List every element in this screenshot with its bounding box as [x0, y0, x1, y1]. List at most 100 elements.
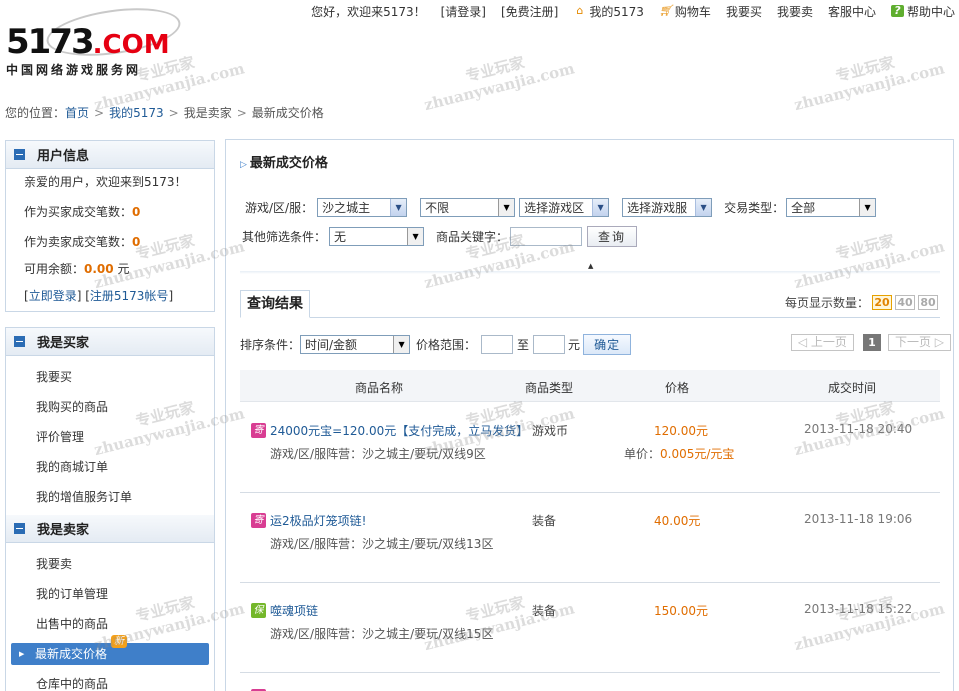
buy-link[interactable]: 我要买: [726, 3, 762, 20]
current-page[interactable]: 1: [862, 334, 881, 351]
table-row: 寄 运2极品灯笼项链! 游戏/区/服阵营：沙之城主/要玩/双线13区 装备 40…: [240, 493, 940, 583]
help-icon: ?: [890, 5, 904, 17]
limit-select[interactable]: 不限 ▼: [420, 198, 516, 217]
login-now-link[interactable]: 立即登录: [29, 289, 77, 303]
chevron-down-icon: ▼: [393, 336, 410, 353]
col-type: 商品类型: [525, 381, 574, 395]
per-page-20[interactable]: 20: [872, 295, 892, 310]
per-page-selector: 每页显示数量： 20 40 80: [785, 294, 938, 311]
col-time: 成交时间: [828, 381, 877, 395]
chevron-down-icon: ▼: [498, 199, 515, 216]
register-link[interactable]: [免费注册]: [501, 3, 558, 20]
game-select[interactable]: 沙之城主 ▼: [317, 198, 408, 217]
sell-link[interactable]: 我要卖: [777, 3, 813, 20]
chevron-down-icon: ▼: [859, 199, 876, 216]
cart-icon: 🛒︎: [658, 4, 673, 17]
item-price: 120.00元: [654, 424, 708, 438]
collapse-icon[interactable]: [14, 149, 25, 160]
consign-badge: 寄: [251, 423, 266, 438]
search-button[interactable]: 查询: [587, 226, 638, 247]
seller-item-sell[interactable]: 我要卖: [6, 549, 214, 579]
collapse-filter-icon[interactable]: ▲: [588, 262, 593, 270]
greeting-text: 您好，欢迎来5173！: [311, 4, 426, 19]
item-type: 装备: [532, 604, 557, 618]
watermark: 专业玩家 zhuanywanjia.com: [422, 53, 577, 115]
item-type: 游戏币: [532, 424, 569, 438]
item-server: 游戏/区/服阵营：沙之城主/要玩/双线15区: [270, 627, 494, 641]
account-links: [立即登录] [注册5173帐号]: [24, 289, 174, 303]
item-name-link[interactable]: 24000元宝=120.00元【支付完成，立马发货】: [270, 422, 528, 439]
my5173-link[interactable]: ⌂ 我的5173: [573, 3, 644, 20]
filter-row-2: 其他筛选条件： 无 ▼ 商品关键字： 查询: [242, 226, 638, 247]
new-badge: 新: [111, 635, 127, 648]
item-price: 40.00元: [654, 514, 701, 528]
prev-page-button[interactable]: ◁ 上一页: [790, 334, 854, 351]
buyer-item-mall-orders[interactable]: 我的商城订单: [6, 452, 214, 482]
other-filter-select[interactable]: 无 ▼: [329, 227, 425, 246]
item-time: 2013-11-18 15:22: [804, 602, 913, 616]
filter-divider: [240, 271, 940, 274]
item-name-link[interactable]: 噬魂项链: [270, 602, 318, 619]
item-type: 装备: [532, 514, 557, 528]
breadcrumb: 您的位置：首页 > 我的5173 > 我是卖家 > 最新成交价格: [5, 106, 324, 120]
site-logo[interactable]: 5173.COM 中国网络游戏服务网: [4, 0, 184, 84]
server-select[interactable]: 选择游戏服 ▼: [622, 198, 713, 217]
top-nav: 您好，欢迎来5173！ [请登录] [免费注册] ⌂ 我的5173 🛒︎ 购物车 我…: [296, 2, 959, 20]
breadcrumb-my5173[interactable]: 我的5173: [109, 106, 164, 120]
breadcrumb-seller: 我是卖家: [183, 106, 232, 120]
seller-item-latest-prices[interactable]: 最新成交价格新: [11, 635, 209, 665]
keyword-input[interactable]: [510, 227, 583, 246]
service-link[interactable]: 客服中心: [828, 3, 876, 20]
cart-link[interactable]: 🛒︎ 购物车: [659, 3, 711, 20]
buyer-item-buy[interactable]: 我要买: [6, 362, 214, 392]
buyer-menu: 我是买家 我要买 我购买的商品 评价管理 我的商城订单 我的增值服务订单: [5, 327, 215, 517]
buyer-menu-header: 我是买家: [6, 328, 214, 356]
seller-menu: 我是卖家 我要卖 我的订单管理 出售中的商品 最新成交价格新 仓库中的商品: [5, 515, 215, 691]
collapse-icon[interactable]: [14, 523, 25, 534]
sort-select[interactable]: 时间/金额 ▼: [300, 335, 411, 354]
breadcrumb-current: 最新成交价格: [251, 106, 324, 120]
per-page-40[interactable]: 40: [895, 295, 915, 310]
per-page-80[interactable]: 80: [918, 295, 938, 310]
seller-item-warehouse[interactable]: 仓库中的商品: [6, 669, 214, 691]
price-max-input[interactable]: [533, 335, 566, 354]
item-unit-price: 单价：0.005元/元宝: [624, 447, 735, 461]
seller-menu-header: 我是卖家: [6, 515, 214, 543]
register-account-link[interactable]: 注册5173帐号: [90, 289, 169, 303]
trade-type-select[interactable]: 全部 ▼: [786, 198, 877, 217]
chevron-down-icon: ▼: [390, 199, 407, 216]
tab-results[interactable]: 查询结果: [240, 290, 310, 318]
buyer-item-reviews[interactable]: 评价管理: [6, 422, 214, 452]
seller-item-orders[interactable]: 我的订单管理: [6, 579, 214, 609]
login-link[interactable]: [请登录]: [441, 3, 486, 20]
help-link[interactable]: ? 帮助中心: [890, 3, 955, 20]
item-time: 2013-11-18 20:40: [804, 422, 913, 436]
next-page-button[interactable]: 下一页 ▷: [887, 334, 951, 351]
breadcrumb-home[interactable]: 首页: [65, 106, 89, 120]
buyer-item-purchased[interactable]: 我购买的商品: [6, 392, 214, 422]
filter-row-1: 游戏/区/服： 沙之城主 ▼ 不限 ▼ 选择游戏区 ▼ 选择游戏服 ▼ 交易类型： 全部…: [245, 198, 877, 217]
chevron-down-icon: ▼: [407, 228, 424, 245]
item-server: 游戏/区/服阵营：沙之城主/要玩/双线13区: [270, 537, 494, 551]
page-title: 最新成交价格: [240, 152, 328, 171]
guarantee-badge: 保: [251, 603, 266, 618]
main-panel: 最新成交价格 游戏/区/服： 沙之城主▼ 不限▼ 选择游戏区▼ 选择游戏服▼ 交…: [225, 139, 954, 691]
buyer-item-vas-orders[interactable]: 我的增值服务订单: [6, 482, 214, 512]
item-name-link[interactable]: 运2极品灯笼项链!: [270, 512, 366, 529]
home-icon: ⌂: [576, 4, 584, 17]
price-min-input[interactable]: [481, 335, 514, 354]
consign-badge: 寄: [251, 513, 266, 528]
balance-line: 可用余额：0.00 元: [24, 262, 130, 276]
confirm-button[interactable]: 确定: [583, 334, 632, 355]
seller-item-on-sale[interactable]: 出售中的商品: [6, 609, 214, 639]
watermark: 专业玩家 zhuanywanjia.com: [792, 53, 947, 115]
table-row: 保 噬魂项链 游戏/区/服阵营：沙之城主/要玩/双线15区 装备 150.00元…: [240, 583, 940, 673]
item-time: 2013-11-18 19:06: [804, 512, 913, 526]
chevron-down-icon: ▼: [592, 199, 609, 216]
collapse-icon[interactable]: [14, 336, 25, 347]
sort-row: 排序条件： 时间/金额 ▼ 价格范围： 至 元 确定: [240, 334, 632, 355]
welcome-text: 亲爱的用户，欢迎来到5173！: [24, 175, 187, 189]
zone-select[interactable]: 选择游戏区 ▼: [519, 198, 610, 217]
buyer-count-line: 作为买家成交笔数：0: [24, 205, 141, 219]
item-price: 150.00元: [654, 604, 708, 618]
